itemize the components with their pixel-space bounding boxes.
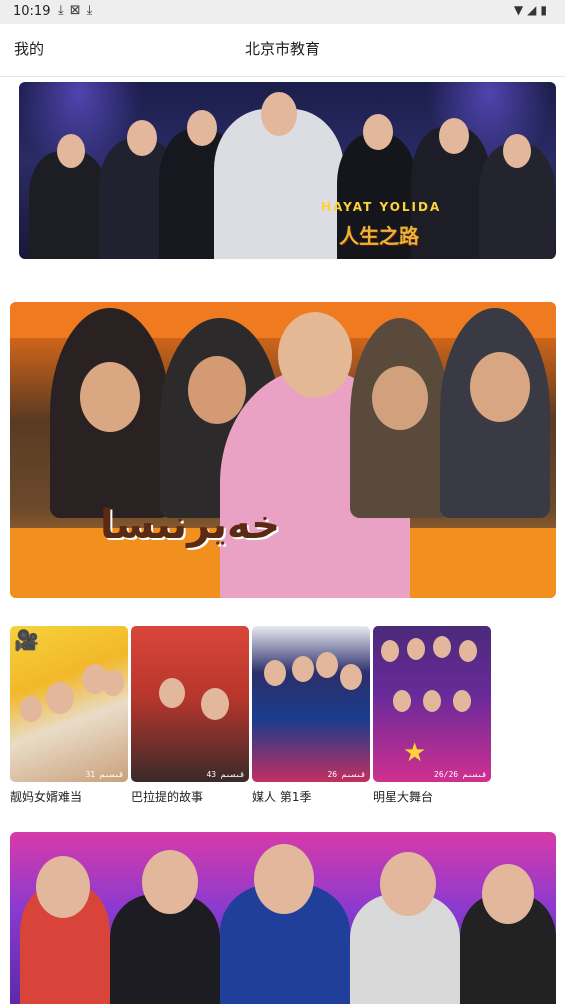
cast-member-head (292, 656, 314, 682)
episode-count: 31 قىسىم (85, 770, 124, 779)
signal-icon: ◢ (527, 3, 541, 17)
series-thumbnail[interactable]: 26 قىسىم (252, 626, 370, 782)
wifi-icon: ▼ (513, 3, 528, 17)
cast-member-head (188, 356, 246, 424)
cast-member-head (453, 690, 471, 712)
cast-member-head (459, 640, 477, 662)
system-icons: ▼◢▮ (514, 3, 551, 17)
cast-member-head (159, 678, 185, 708)
poster-title: خەيرنىسا (100, 502, 281, 548)
cast-member-head (363, 114, 393, 150)
a-box-icon: ⊠ (69, 3, 87, 18)
notification-icons: ⤓⊠⤓ (58, 3, 98, 18)
cast-member-head (407, 638, 425, 660)
download-icon: ⤓ (86, 3, 99, 18)
cast-member-head (102, 670, 124, 696)
series-card[interactable]: 🎥 31 قىسىم 靓妈女婿难当 (10, 626, 128, 805)
series-card[interactable]: 43 قىسىم 巴拉提的故事 (131, 626, 249, 805)
cast-member-head (57, 134, 85, 168)
banner-title-chinese: 人生之路 (339, 224, 419, 248)
status-bar: 10:19 ⤓⊠⤓ ▼◢▮ (0, 0, 565, 24)
series-row: 🎥 31 قىسىم 靓妈女婿难当 43 قىسىم 巴拉提的故事 26 قىس… (10, 626, 556, 806)
cast-member-head (80, 362, 140, 432)
download-icon: ⤓ (58, 3, 70, 18)
series-title[interactable]: 靓妈女婿难当 (10, 788, 128, 805)
series-thumbnail[interactable]: 🎥 31 قىسىم (10, 626, 128, 782)
cast-member-head (433, 636, 451, 658)
series-thumbnail[interactable]: ★ 26/26 قىسىم (373, 626, 491, 782)
cast-member-head (20, 696, 42, 722)
cast-member-head (503, 134, 531, 168)
page-title: 北京市教育 (244, 40, 320, 58)
cast-member-head (264, 660, 286, 686)
app-bar: 我的 北京市教育 (0, 24, 565, 77)
episode-count: 26 قىسىم (327, 770, 366, 779)
cast-member-head (423, 690, 441, 712)
series-thumbnail[interactable]: 43 قىسىم (131, 626, 249, 782)
cast-member-head (201, 688, 229, 720)
episode-count: 43 قىسىم (206, 770, 245, 779)
battery-icon: ▮ (540, 3, 551, 17)
cast-member-head (482, 864, 534, 924)
episode-count: 26/26 قىسىم (434, 770, 487, 779)
cast-member-head (254, 844, 314, 914)
cast-member-head (127, 120, 157, 156)
series-card[interactable]: 26 قىسىم 媒人 第1季 (252, 626, 370, 805)
banner-drama-poster[interactable]: خەيرنىسا (10, 302, 556, 598)
cast-member-head (340, 664, 362, 690)
cast-member-head (470, 352, 530, 422)
cast-member-head (381, 640, 399, 662)
cast-member-head (187, 110, 217, 146)
cast-member-head (372, 366, 428, 430)
cast-member-head (393, 690, 411, 712)
cast-member-head (316, 652, 338, 678)
banner-hayat-yolida[interactable]: HAYAT YOLIDA 人生之路 (19, 82, 556, 259)
cast-member-head (46, 682, 74, 714)
banner-variety-show[interactable] (10, 832, 556, 1004)
cast-member-head (380, 852, 436, 916)
series-title[interactable]: 明星大舞台 (373, 788, 491, 805)
cast-member-head (439, 118, 469, 154)
banner-title-latin: HAYAT YOLIDA (321, 200, 442, 214)
cast-member-head (261, 92, 297, 136)
series-title[interactable]: 媒人 第1季 (252, 788, 370, 805)
series-title[interactable]: 巴拉提的故事 (131, 788, 249, 805)
star-icon: ★ (403, 738, 427, 768)
film-camera-icon: 🎥 (14, 628, 39, 652)
cast-member-head (142, 850, 198, 914)
series-card[interactable]: ★ 26/26 قىسىم 明星大舞台 (373, 626, 491, 805)
clock: 10:19 (13, 4, 51, 19)
lead-actress-head (278, 312, 352, 398)
cast-member-head (36, 856, 90, 918)
